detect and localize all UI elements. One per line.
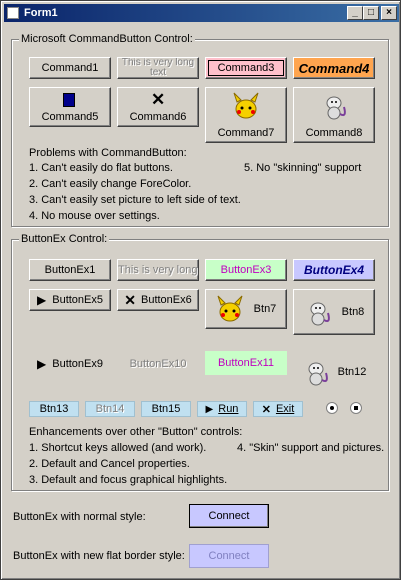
- play-icon: ▶: [205, 403, 214, 415]
- btn8-label: Btn8: [341, 306, 365, 318]
- flat-style-label: ButtonEx with new flat border style:: [13, 550, 185, 562]
- buttonex3-button[interactable]: ButtonEx3: [205, 259, 287, 281]
- btn15-button[interactable]: Btn15: [141, 401, 191, 417]
- enhancement-item: 2. Default and Cancel properties.: [29, 458, 190, 470]
- command6-button[interactable]: ✕ Command6: [117, 87, 199, 127]
- btn8-button[interactable]: Btn8: [293, 289, 375, 335]
- run-label: Run: [218, 403, 239, 415]
- enhancement-item: 1. Shortcut keys allowed (and work).: [29, 442, 207, 454]
- buttonex11-button[interactable]: ButtonEx11: [205, 351, 287, 375]
- command4-button[interactable]: Command4: [293, 57, 375, 79]
- window-title: Form1: [24, 7, 58, 19]
- run-button[interactable]: ▶ Run: [197, 401, 247, 417]
- connect-flat-button[interactable]: Connect: [189, 544, 269, 568]
- problem-item: 3. Can't easily set picture to left side…: [29, 194, 241, 206]
- command5-label: Command5: [41, 111, 99, 123]
- command8-label: Command8: [305, 127, 363, 139]
- problems-heading: Problems with CommandButton:: [29, 147, 187, 159]
- command5-button[interactable]: Command5: [29, 87, 111, 127]
- btn12-button[interactable]: Btn12: [293, 355, 375, 389]
- command7-label: Command7: [217, 127, 275, 139]
- close-button[interactable]: ×: [381, 6, 397, 20]
- btn12-label: Btn12: [337, 366, 367, 378]
- problem-item: 1. Can't easily do flat buttons.: [29, 162, 173, 174]
- minimize-button[interactable]: _: [347, 6, 363, 20]
- command1-button[interactable]: Command1: [29, 57, 111, 79]
- pikachu-icon: [233, 92, 259, 119]
- btn13-button[interactable]: Btn13: [29, 401, 79, 417]
- radio-option-1[interactable]: [326, 402, 338, 414]
- maximize-button[interactable]: □: [363, 6, 379, 20]
- btn14-button[interactable]: Btn14: [85, 401, 135, 417]
- buttonex2-button[interactable]: This is very long text: [117, 259, 199, 281]
- close-x-icon: ✕: [151, 90, 166, 109]
- close-x-icon: ✕: [124, 291, 136, 308]
- mewtwo-icon: [310, 302, 330, 326]
- buttonex1-button[interactable]: ButtonEx1: [29, 259, 111, 281]
- enhancement-item: 3. Default and focus graphical highlight…: [29, 474, 228, 486]
- normal-style-label: ButtonEx with normal style:: [13, 511, 146, 523]
- buttonex5-button[interactable]: ▶ ButtonEx5: [29, 289, 111, 311]
- buttonex9-label: ButtonEx9: [52, 358, 103, 370]
- enhancements-heading: Enhancements over other "Button" control…: [29, 426, 243, 438]
- app-icon: [7, 7, 19, 19]
- main-window: Form1 _ □ × Microsoft CommandButton Cont…: [0, 0, 401, 580]
- connect-normal-button[interactable]: Connect: [189, 504, 269, 528]
- pikachu-icon: [217, 295, 243, 322]
- exit-button[interactable]: ✕ Exit: [253, 401, 303, 417]
- btn7-label: Btn7: [253, 303, 277, 315]
- command7-button[interactable]: Command7: [205, 87, 287, 143]
- command2-button[interactable]: This is very long text: [117, 57, 199, 79]
- problem-item: 2. Can't easily change ForeColor.: [29, 178, 192, 190]
- radio-option-2[interactable]: [350, 402, 362, 414]
- command3-button[interactable]: Command3: [205, 57, 287, 79]
- close-x-icon: ✕: [261, 403, 271, 416]
- buttonex5-label: ButtonEx5: [52, 294, 103, 306]
- btn7-button[interactable]: Btn7: [205, 289, 287, 329]
- exit-label: Exit: [275, 403, 295, 415]
- mewtwo-icon: [326, 96, 346, 120]
- command6-label: Command6: [129, 111, 187, 123]
- buttonex6-label: ButtonEx6: [140, 294, 192, 306]
- problem-item: 5. No "skinning" support: [244, 162, 362, 174]
- frame1-title: Microsoft CommandButton Control:: [19, 33, 195, 45]
- buttonex6-button[interactable]: ✕ ButtonEx6: [117, 289, 199, 311]
- buttonex4-button[interactable]: ButtonEx4: [293, 259, 375, 281]
- play-icon: ▶: [37, 357, 47, 371]
- frame2-title: ButtonEx Control:: [19, 233, 110, 245]
- document-icon: [63, 93, 75, 107]
- problem-item: 4. No mouse over settings.: [29, 210, 160, 222]
- mewtwo-icon: [308, 362, 328, 386]
- buttonex10-button[interactable]: ButtonEx10: [117, 353, 199, 375]
- play-icon: ▶: [37, 293, 47, 307]
- enhancement-item: 4. "Skin" support and pictures.: [237, 442, 385, 454]
- command8-button[interactable]: Command8: [293, 87, 375, 143]
- title-bar[interactable]: Form1 _ □ ×: [4, 4, 399, 22]
- buttonex9-button[interactable]: ▶ ButtonEx9: [29, 353, 111, 375]
